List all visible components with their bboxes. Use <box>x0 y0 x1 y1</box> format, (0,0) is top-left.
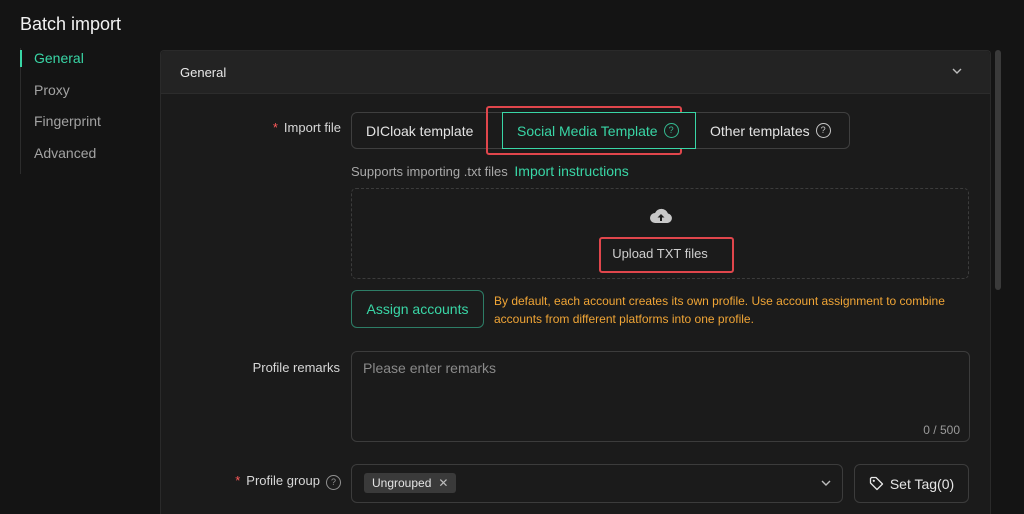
remarks-placeholder: Please enter remarks <box>363 360 497 376</box>
chevron-down-icon <box>821 480 831 486</box>
tab-dicloak-template-label: DICloak template <box>366 122 474 139</box>
support-text: Supports importing .txt files Import ins… <box>351 163 629 179</box>
help-icon[interactable]: ? <box>326 475 341 490</box>
required-mark: * <box>272 120 278 135</box>
set-tag-label: Set Tag(0) <box>889 475 955 492</box>
required-mark: * <box>235 473 241 488</box>
close-icon[interactable]: ✕ <box>438 476 448 490</box>
remarks-textarea[interactable]: Please enter remarks 0 / 500 <box>351 351 970 442</box>
help-icon[interactable]: ? <box>815 123 831 138</box>
nav-item-advanced[interactable]: Advanced <box>21 143 141 175</box>
nav-item-general[interactable]: General <box>20 48 141 80</box>
support-text-label: Supports importing .txt files <box>351 164 508 179</box>
tab-social-media-template-label: Social Media Template <box>517 122 658 139</box>
scrollbar[interactable] <box>995 50 1001 290</box>
profile-group-select[interactable]: Ungrouped ✕ <box>351 464 843 503</box>
profile-group-label-text: Profile group <box>246 473 320 488</box>
tab-other-templates[interactable]: Other templates ? <box>695 112 850 149</box>
nav-item-fingerprint[interactable]: Fingerprint <box>21 111 141 143</box>
group-tag: Ungrouped ✕ <box>364 473 457 493</box>
chevron-down-icon[interactable] <box>950 64 964 78</box>
nav-item-proxy[interactable]: Proxy <box>21 80 141 112</box>
profile-group-label: * Profile group? <box>201 473 341 490</box>
assign-accounts-button[interactable]: Assign accounts <box>351 290 484 328</box>
side-nav: General Proxy Fingerprint Advanced <box>20 48 141 174</box>
import-instructions-link[interactable]: Import instructions <box>514 163 628 179</box>
highlight-box-upload <box>599 237 734 273</box>
group-tag-label: Ungrouped <box>372 476 432 490</box>
panel-header[interactable]: General <box>161 51 990 94</box>
panel-title: General <box>180 65 227 80</box>
help-icon[interactable]: ? <box>663 123 679 138</box>
set-tag-button[interactable]: Set Tag(0) <box>854 464 969 503</box>
tab-other-templates-label: Other templates <box>710 122 810 139</box>
general-panel: General * Import file DICloak template So… <box>160 50 991 514</box>
tag-icon <box>869 476 883 491</box>
tab-social-media-template[interactable]: Social Media Template ? <box>502 112 696 149</box>
template-selector: DICloak template Social Media Template ?… <box>351 112 850 149</box>
import-file-label: * Import file <box>251 120 341 135</box>
char-counter: 0 / 500 <box>923 423 960 437</box>
profile-remarks-label: Profile remarks <box>252 360 340 375</box>
assign-note: By default, each account creates its own… <box>494 294 945 326</box>
page-title: Batch import <box>20 14 122 34</box>
cloud-upload-icon <box>650 208 672 223</box>
tab-dicloak-template[interactable]: DICloak template <box>351 112 503 149</box>
import-file-label-text: Import file <box>283 120 341 135</box>
